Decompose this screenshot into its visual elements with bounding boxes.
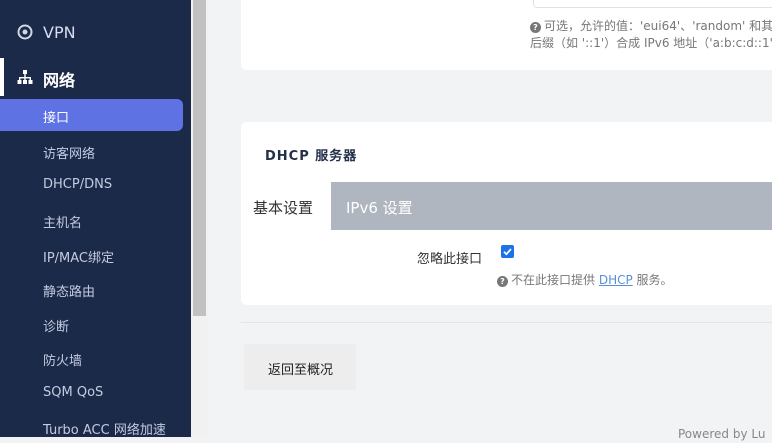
sidebar-item-ip-mac-binding[interactable]: IP/MAC绑定 xyxy=(0,239,183,271)
sidebar-item-interfaces[interactable]: 接口 xyxy=(0,99,183,131)
tab-ipv6-settings[interactable]: IPv6 设置 xyxy=(331,182,451,230)
hint-line-2: 后缀（如 '::1'）合成 IPv6 地址（'a:b:c:d::1'）分 xyxy=(530,36,772,50)
sidebar-item-firewall[interactable]: 防火墙 xyxy=(0,342,183,374)
scrollbar-thumb[interactable] xyxy=(193,0,206,316)
ignore-interface-label: 忽略此接口 xyxy=(417,252,483,267)
sidebar-item-label: 接口 xyxy=(43,111,70,126)
dhcp-link[interactable]: DHCP xyxy=(599,273,633,287)
help-icon: ? xyxy=(530,22,541,33)
hint-text: 不在此接口提供 xyxy=(511,273,599,287)
sidebar-item-label: 诊断 xyxy=(43,320,70,335)
section-title: DHCP 服务器 xyxy=(265,149,358,164)
active-indicator xyxy=(0,58,4,96)
button-label: 返回至概况 xyxy=(268,363,334,378)
sidebar-group-label: 网络 xyxy=(43,71,76,90)
sidebar-item-dhcp-dns[interactable]: DHCP/DNS xyxy=(0,169,183,201)
sidebar-item-turbo-acc[interactable]: Turbo ACC 网络加速 xyxy=(0,411,183,443)
sidebar-item-guest-network[interactable]: 访客网络 xyxy=(0,135,183,167)
sidebar-item-label: DHCP/DNS xyxy=(43,177,113,192)
sidebar-item-sqm-qos[interactable]: SQM QoS xyxy=(0,377,183,409)
divider xyxy=(241,322,772,323)
hint-line-1: 可选，允许的值：'eui64'、'random' 和其他固 xyxy=(544,19,772,33)
network-icon xyxy=(17,70,33,84)
sidebar-item-label: 主机名 xyxy=(43,216,83,231)
ipv6-suffix-card: ? 可选，允许的值：'eui64'、'random' 和其他固 后缀（如 '::1… xyxy=(241,0,772,70)
sidebar-item-label: VPN xyxy=(43,23,76,42)
ipv6-suffix-input[interactable] xyxy=(533,0,772,8)
footer-powered-by: Powered by Lu xyxy=(678,427,766,441)
checkmark-icon xyxy=(503,248,512,256)
sidebar: VPN 网络 接口 访客网络 DHCP/DNS 主机名 IP/MAC绑定 静态路… xyxy=(0,0,191,438)
sidebar-item-vpn[interactable]: VPN xyxy=(0,14,191,52)
sidebar-scrollbar[interactable] xyxy=(191,0,208,437)
tab-general-settings[interactable]: 基本设置 xyxy=(241,182,331,230)
sidebar-item-label: IP/MAC绑定 xyxy=(43,251,115,266)
sidebar-group-network[interactable]: 网络 xyxy=(0,58,191,96)
main-content: ? 可选，允许的值：'eui64'、'random' 和其他固 后缀（如 '::1… xyxy=(208,0,772,441)
sidebar-item-label: 防火墙 xyxy=(43,354,83,369)
back-to-overview-button[interactable]: 返回至概况 xyxy=(244,344,356,390)
ipv6-suffix-hint: ? 可选，允许的值：'eui64'、'random' 和其他固 后缀（如 '::1… xyxy=(530,18,772,52)
sidebar-item-label: 静态路由 xyxy=(43,285,96,300)
ignore-interface-checkbox[interactable] xyxy=(501,245,514,258)
help-icon: ? xyxy=(497,276,508,287)
hint-text: 服务。 xyxy=(632,273,673,287)
sidebar-item-label: Turbo ACC 网络加速 xyxy=(43,423,166,438)
globe-icon xyxy=(17,24,33,40)
sidebar-item-static-routes[interactable]: 静态路由 xyxy=(0,273,183,305)
sidebar-item-label: 访客网络 xyxy=(43,147,96,162)
sidebar-item-label: SQM QoS xyxy=(43,385,104,400)
ignore-interface-hint: ? 不在此接口提供 DHCP 服务。 xyxy=(497,271,673,288)
sidebar-item-hostnames[interactable]: 主机名 xyxy=(0,204,183,236)
sidebar-item-diagnostics[interactable]: 诊断 xyxy=(0,308,183,340)
tab-label: 基本设置 xyxy=(253,199,314,217)
tab-bar: 基本设置 IPv6 设置 xyxy=(241,182,772,230)
tab-label: IPv6 设置 xyxy=(346,199,413,217)
dhcp-server-card: DHCP 服务器 基本设置 IPv6 设置 忽略此接口 ? 不在此接口提供 DHC… xyxy=(241,122,772,305)
